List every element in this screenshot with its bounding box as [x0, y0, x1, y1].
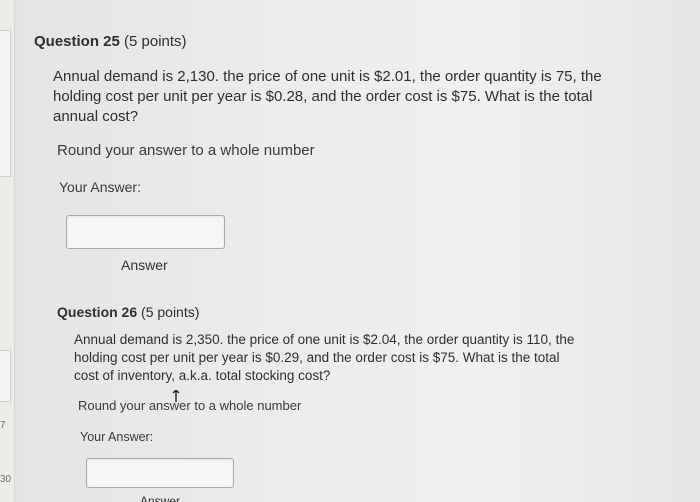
question-text-line: Annual demand is 2,350. the price of one…	[74, 332, 575, 347]
round-instruction: Round your answer to a whole number	[57, 142, 315, 159]
question-title: Question 25 (5 points)	[34, 33, 187, 50]
question-text-line: holding cost per unit per year is $0.29,…	[74, 350, 560, 365]
your-answer-label: Your Answer:	[59, 179, 141, 195]
question-text: Annual demand is 2,350. the price of one…	[74, 331, 574, 385]
answer-input[interactable]	[86, 458, 234, 488]
sidebar-panel	[0, 350, 11, 402]
sidebar-panel	[0, 30, 11, 177]
question-text-line: holding cost per unit per year is $0.28,…	[53, 88, 593, 105]
question-points: (5 points)	[137, 304, 200, 320]
question-points: (5 points)	[119, 33, 187, 50]
answer-caption: Answer	[140, 494, 181, 502]
mouse-cursor-icon	[172, 390, 180, 402]
sidebar-number: 7	[0, 420, 6, 431]
question-text-line: Annual demand is 2,130. the price of one…	[53, 68, 602, 85]
question-text-line: annual cost?	[53, 108, 139, 125]
your-answer-label: Your Answer:	[80, 430, 154, 444]
question-text-line: cost of inventory, a.k.a. total stocking…	[74, 368, 331, 383]
round-instruction: Round your answer to a whole number	[78, 398, 302, 413]
sidebar-number: 30	[0, 474, 12, 485]
question-number: Question 26	[57, 304, 138, 320]
answer-input[interactable]	[66, 215, 225, 249]
question-text: Annual demand is 2,130. the price of one…	[53, 67, 602, 127]
question-title: Question 26 (5 points)	[57, 304, 199, 320]
answer-caption: Answer	[121, 257, 168, 273]
left-sidebar: 7 30	[0, 0, 15, 502]
question-number: Question 25	[34, 33, 120, 50]
